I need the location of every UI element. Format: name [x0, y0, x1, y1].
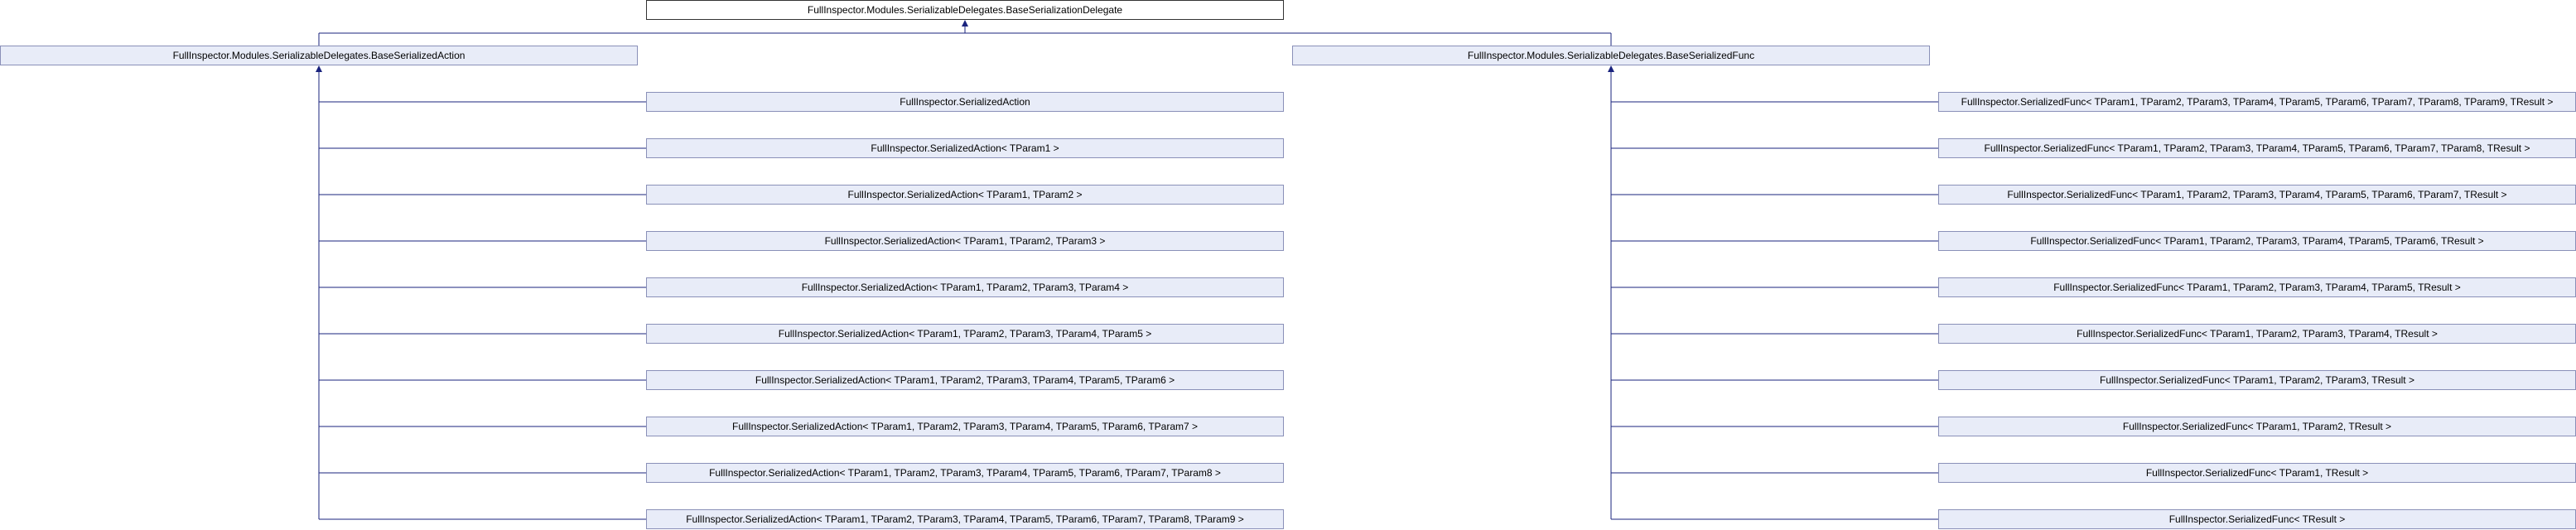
node-serialized-func[interactable]: FullInspector.SerializedFunc< TParam1, T…: [1938, 277, 2576, 297]
node-serialized-func[interactable]: FullInspector.SerializedFunc< TParam1, T…: [1938, 324, 2576, 344]
class-hierarchy-diagram: FullInspector.Modules.SerializableDelega…: [0, 0, 2576, 530]
node-serialized-func[interactable]: FullInspector.SerializedFunc< TParam1, T…: [1938, 417, 2576, 436]
node-serialized-action[interactable]: FullInspector.SerializedAction< TParam1,…: [646, 417, 1284, 436]
edge-arrow-root: [962, 20, 968, 26]
node-serialized-action[interactable]: FullInspector.SerializedAction< TParam1,…: [646, 277, 1284, 297]
node-serialized-func[interactable]: FullInspector.SerializedFunc< TResult >: [1938, 509, 2576, 529]
node-serialized-action[interactable]: FullInspector.SerializedAction< TParam1,…: [646, 509, 1284, 529]
node-base-serialized-action[interactable]: FullInspector.Modules.SerializableDelega…: [0, 46, 638, 65]
edge-arrow-func-base: [1608, 65, 1614, 72]
node-serialized-func[interactable]: FullInspector.SerializedFunc< TParam1, T…: [1938, 231, 2576, 251]
node-serialized-action[interactable]: FullInspector.SerializedAction< TParam1,…: [646, 324, 1284, 344]
node-serialized-action[interactable]: FullInspector.SerializedAction< TParam1 …: [646, 138, 1284, 158]
node-serialized-action[interactable]: FullInspector.SerializedAction< TParam1,…: [646, 231, 1284, 251]
edge-arrow-action-base: [316, 65, 322, 72]
node-serialized-func[interactable]: FullInspector.SerializedFunc< TParam1, T…: [1938, 463, 2576, 483]
node-serialized-action[interactable]: FullInspector.SerializedAction< TParam1,…: [646, 463, 1284, 483]
node-serialized-func[interactable]: FullInspector.SerializedFunc< TParam1, T…: [1938, 92, 2576, 112]
node-serialized-func[interactable]: FullInspector.SerializedFunc< TParam1, T…: [1938, 370, 2576, 390]
node-serialized-func[interactable]: FullInspector.SerializedFunc< TParam1, T…: [1938, 138, 2576, 158]
node-base-serialized-func[interactable]: FullInspector.Modules.SerializableDelega…: [1292, 46, 1930, 65]
node-serialized-action[interactable]: FullInspector.SerializedAction< TParam1,…: [646, 370, 1284, 390]
node-serialized-action[interactable]: FullInspector.SerializedAction< TParam1,…: [646, 185, 1284, 205]
node-serialized-action[interactable]: FullInspector.SerializedAction: [646, 92, 1284, 112]
inheritance-edges: [316, 20, 1938, 520]
node-serialized-func[interactable]: FullInspector.SerializedFunc< TParam1, T…: [1938, 185, 2576, 205]
node-base-serialization-delegate[interactable]: FullInspector.Modules.SerializableDelega…: [646, 0, 1284, 20]
